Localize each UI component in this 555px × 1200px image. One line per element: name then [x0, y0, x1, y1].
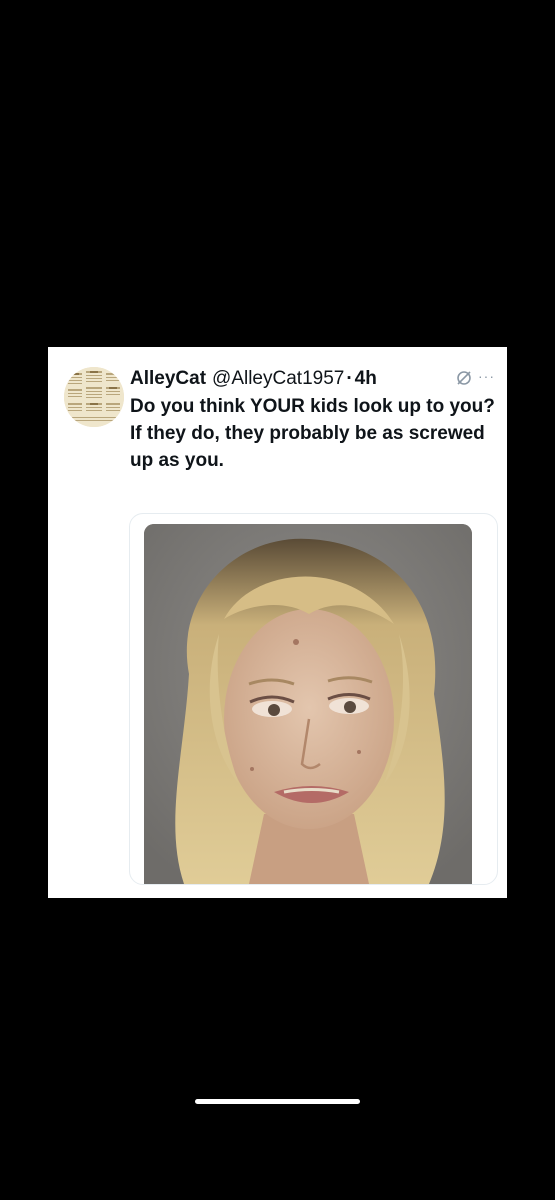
newspaper-collage-avatar-icon	[64, 367, 124, 427]
more-options-icon[interactable]: ···	[478, 369, 496, 387]
timestamp[interactable]: 4h	[355, 365, 377, 393]
timestamp-separator: ·	[346, 368, 353, 389]
tweet-card[interactable]: AlleyCat @AlleyCat1957 · 4h ··· Do you t…	[48, 347, 507, 898]
tweet-text-line-1: Do you think YOUR kids look up to you?	[130, 396, 495, 417]
home-indicator[interactable]	[195, 1099, 360, 1104]
tweet-media[interactable]	[129, 513, 498, 885]
avatar[interactable]	[64, 367, 124, 427]
tweet-text-line-2: If they do, they probably be as screwed …	[130, 423, 485, 471]
tweet-header: AlleyCat @AlleyCat1957 · 4h	[130, 365, 377, 393]
mugshot-photo-icon	[144, 524, 472, 884]
screenshot-screen: AlleyCat @AlleyCat1957 · 4h ··· Do you t…	[0, 0, 555, 1200]
tweet-text: Do you think YOUR kids look up to you? I…	[130, 393, 500, 474]
display-name[interactable]: AlleyCat	[130, 365, 206, 393]
grok-icon[interactable]	[455, 369, 473, 387]
user-handle[interactable]: @AlleyCat1957	[212, 365, 344, 393]
